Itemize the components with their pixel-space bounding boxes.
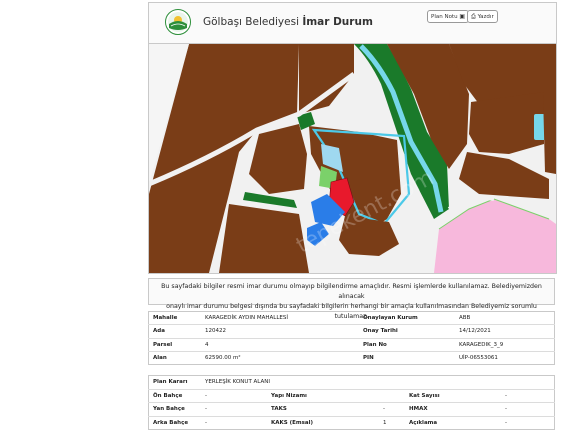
value-pin: UİP-06553061: [459, 355, 498, 362]
label-hmax: HMAX: [405, 402, 501, 417]
page-header: Gölbaşı Belediyesi İmar Durum Plan Notu …: [148, 2, 557, 44]
value-kaks: 1: [383, 420, 387, 427]
plan-note-button[interactable]: Plan Notu ▣: [427, 10, 469, 23]
table-row: Parsel 4 Plan No KARAGEDIK_3_9: [148, 338, 555, 352]
table-row: Alan 62590.00 m² PIN UİP-06553061: [149, 351, 555, 364]
label-mahalle: Mahalle: [148, 311, 201, 326]
title-bold: İmar Durum: [302, 16, 373, 28]
label-pin: PIN: [363, 355, 374, 362]
value-ada: 120422: [201, 324, 359, 339]
value-yan-bahce: -: [201, 402, 267, 417]
table-row: Arka Bahçe - KAKS (Emsal) 1 Açıklama -: [149, 416, 555, 430]
label-kaks: KAKS (Emsal): [271, 420, 314, 427]
print-label: Yazdır: [477, 14, 494, 20]
printer-icon: ⎙: [471, 13, 476, 20]
zoning-map[interactable]: tepekent.com: [148, 43, 557, 274]
label-taks: TAKS: [267, 402, 379, 417]
label-yan-bahce: Yan Bahçe: [148, 402, 201, 417]
map-canvas[interactable]: tepekent.com: [149, 44, 556, 273]
title-prefix: Gölbaşı Belediyesi: [203, 16, 303, 28]
value-kat-sayisi: -: [501, 389, 555, 404]
value-onay-tarihi: 14/12/2021: [455, 324, 555, 339]
value-plan-no: KARAGEDIK_3_9: [455, 338, 555, 352]
label-kat-sayisi: Kat Sayısı: [405, 389, 501, 404]
table-row: Ön Bahçe - Yapı Nizamı Kat Sayısı -: [148, 389, 555, 404]
label-onaylayan-kurum: Onaylayan Kurum: [359, 311, 455, 326]
table-row: Ada 120422 Onay Tarihi 14/12/2021: [148, 324, 555, 339]
value-aciklama: -: [505, 420, 507, 427]
table-row: Plan Kararı YERLEŞİK KONUT ALANI: [148, 375, 555, 390]
label-parsel: Parsel: [148, 338, 201, 352]
value-parsel: 4: [201, 338, 359, 352]
value-hmax: -: [501, 402, 555, 417]
label-arka-bahce: Arka Bahçe: [153, 420, 189, 427]
label-ada: Ada: [148, 324, 201, 339]
label-on-bahce: Ön Bahçe: [148, 389, 201, 404]
value-mahalle: KARAGEDİK AYDIN MAHALLESİ: [201, 311, 359, 326]
label-plan-no: Plan No: [359, 338, 455, 352]
label-onay-tarihi: Onay Tarihi: [359, 324, 455, 339]
label-yapi-nizami: Yapı Nizamı: [267, 389, 379, 404]
value-arka-bahce: -: [205, 420, 207, 427]
value-on-bahce: -: [201, 389, 267, 404]
table-row: Yan Bahçe - TAKS - HMAX -: [148, 402, 555, 417]
plan-note-label: Plan Notu: [431, 14, 458, 20]
value-yapi-nizami: [379, 389, 405, 404]
value-alan: 62590.00 m²: [205, 355, 241, 362]
label-plan-karari: Plan Kararı: [148, 375, 201, 390]
notice-line-1: Bu sayfadaki bilgiler resmi imar durumu …: [161, 283, 542, 300]
value-onaylayan-kurum: ABB: [455, 311, 555, 326]
label-alan: Alan: [153, 355, 167, 362]
table-row: Mahalle KARAGEDİK AYDIN MAHALLESİ Onayla…: [148, 311, 555, 326]
municipality-logo: [165, 9, 191, 35]
page-title: Gölbaşı Belediyesi İmar Durum: [203, 16, 373, 28]
plan-info-table: Plan Kararı YERLEŞİK KONUT ALANI Ön Bahç…: [148, 375, 555, 431]
print-button[interactable]: ⎙ Yazdır: [467, 10, 498, 23]
note-icon: ▣: [459, 13, 465, 20]
parcel-info-table: Mahalle KARAGEDİK AYDIN MAHALLESİ Onayla…: [148, 311, 555, 366]
label-aciklama: Açıklama: [409, 420, 438, 427]
value-plan-karari: YERLEŞİK KONUT ALANI: [201, 375, 555, 390]
disclaimer-notice: Bu sayfadaki bilgiler resmi imar durumu …: [148, 278, 555, 320]
value-taks: -: [379, 402, 405, 417]
